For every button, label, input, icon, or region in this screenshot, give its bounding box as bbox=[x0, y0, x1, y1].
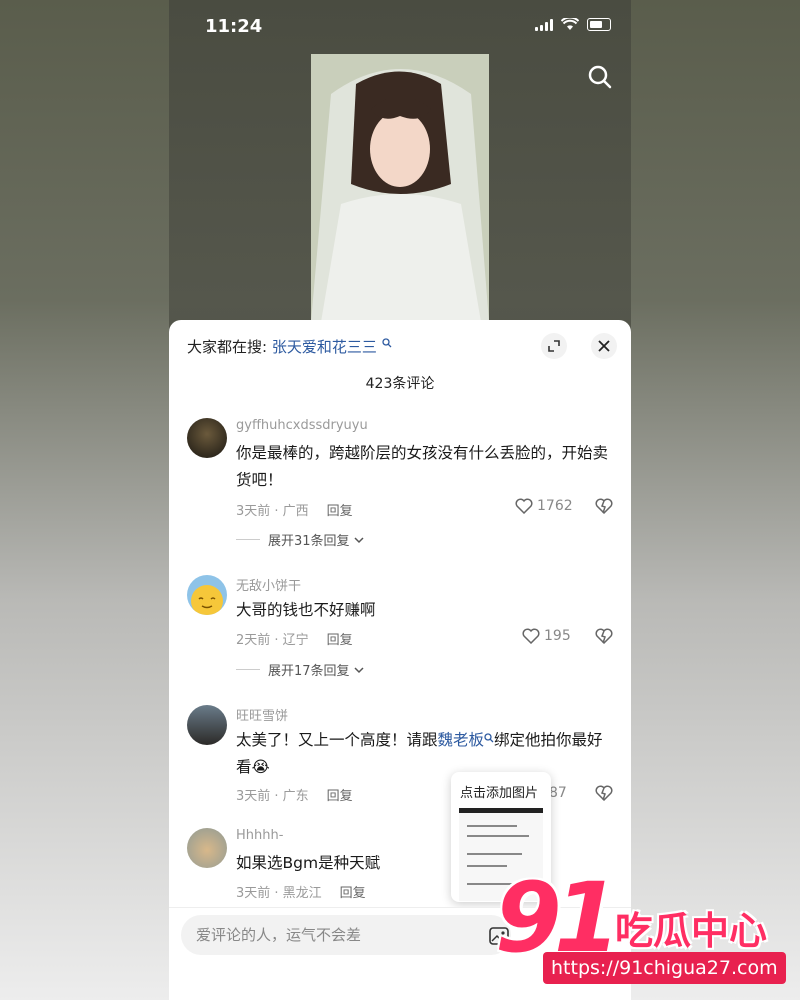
comment-text: 你是最棒的，跨越阶层的女孩没有什么丢脸的，开始卖货吧！ bbox=[236, 444, 609, 489]
expand-icon bbox=[548, 340, 560, 352]
comment-time-location: 3天前 · 广西 bbox=[236, 504, 309, 519]
hot-search[interactable]: 大家都在搜: 张天爱和花三三 bbox=[187, 336, 392, 357]
watermark: 91 吃瓜中心 https://91chigua27.com bbox=[495, 862, 795, 988]
video-preview[interactable] bbox=[311, 54, 489, 322]
comment-username[interactable]: 旺旺雪饼 bbox=[236, 705, 288, 724]
status-bar: 11:24 bbox=[169, 0, 631, 52]
divider-line bbox=[236, 539, 260, 540]
chevron-down-icon bbox=[354, 666, 364, 673]
mention-link[interactable]: 魏老板 bbox=[438, 731, 485, 749]
like-button[interactable]: 195 bbox=[522, 628, 571, 644]
comment-time-location: 3天前 · 黑龙江 bbox=[236, 886, 322, 901]
avatar[interactable] bbox=[187, 705, 227, 745]
watermark-text: 吃瓜中心 bbox=[615, 909, 768, 953]
small-search-icon bbox=[381, 338, 392, 348]
expand-replies-button[interactable]: 展开17条回复 bbox=[236, 660, 365, 679]
avatar[interactable] bbox=[187, 418, 227, 458]
dislike-icon[interactable] bbox=[595, 498, 613, 514]
heart-icon bbox=[515, 498, 533, 514]
chevron-down-icon bbox=[354, 536, 364, 543]
signal-icon bbox=[535, 18, 553, 31]
add-image-label: 点击添加图片 bbox=[460, 786, 539, 801]
comment-username[interactable]: 无敌小饼干 bbox=[236, 575, 301, 594]
wifi-icon bbox=[561, 18, 579, 30]
avatar[interactable] bbox=[187, 575, 227, 615]
comment-time-location: 2天前 · 辽宁 bbox=[236, 633, 309, 648]
small-search-icon bbox=[484, 733, 494, 743]
reply-button[interactable]: 回复 bbox=[327, 633, 353, 648]
status-icons bbox=[535, 18, 611, 31]
comment-text-part: 太美了！又上一个高度！请跟 bbox=[236, 731, 438, 749]
dislike-icon[interactable] bbox=[595, 785, 613, 801]
expand-replies-label: 展开17条回复 bbox=[268, 664, 350, 679]
like-button[interactable]: 87 bbox=[549, 785, 567, 801]
hot-search-term[interactable]: 张天爱和花三三 bbox=[272, 338, 377, 356]
video-frame-image bbox=[311, 54, 489, 322]
comment-text: 太美了！又上一个高度！请跟魏老板 绑定他拍你最好看😭 bbox=[236, 727, 618, 781]
comment-meta: 2天前 · 辽宁 回复 bbox=[236, 629, 353, 648]
reply-button[interactable]: 回复 bbox=[327, 789, 353, 804]
avatar[interactable] bbox=[187, 828, 227, 868]
reply-button[interactable]: 回复 bbox=[327, 504, 353, 519]
reply-button[interactable]: 回复 bbox=[340, 886, 366, 901]
like-count: 87 bbox=[549, 785, 567, 801]
comment-username[interactable]: gyffhuhcxdssdryuyu bbox=[236, 418, 368, 433]
divider-line bbox=[236, 669, 260, 670]
like-button[interactable]: 1762 bbox=[515, 498, 573, 514]
like-count: 195 bbox=[544, 628, 571, 644]
emoji-avatar-image bbox=[191, 585, 223, 615]
comment-count: 423条评论 bbox=[365, 376, 435, 392]
search-icon[interactable] bbox=[587, 64, 613, 90]
hot-search-prefix: 大家都在搜: bbox=[187, 338, 268, 356]
watermark-url: https://91chigua27.com bbox=[543, 952, 786, 984]
comment-meta: 3天前 · 广西 回复 bbox=[236, 500, 353, 519]
heart-icon bbox=[522, 628, 540, 644]
battery-icon bbox=[587, 18, 611, 31]
expand-button[interactable] bbox=[541, 333, 567, 359]
phone-screen: 11:24 大家都在搜: 张天爱和花三三 423条评论 gyffhuhcxdss… bbox=[169, 0, 631, 1000]
close-button[interactable] bbox=[591, 333, 617, 359]
expand-replies-button[interactable]: 展开31条回复 bbox=[236, 530, 365, 549]
like-count: 1762 bbox=[537, 498, 573, 514]
comment-meta: 3天前 · 广东 回复 bbox=[236, 785, 353, 804]
comment-text: 大哥的钱也不好赚啊 bbox=[236, 601, 376, 619]
expand-replies-label: 展开31条回复 bbox=[268, 534, 350, 549]
dislike-icon[interactable] bbox=[595, 628, 613, 644]
comment-input[interactable]: 爱评论的人，运气不会差 bbox=[181, 915, 511, 955]
comment-username[interactable]: Hhhhh- bbox=[236, 828, 283, 843]
status-time: 11:24 bbox=[205, 16, 263, 37]
comment-time-location: 3天前 · 广东 bbox=[236, 789, 309, 804]
comment-meta: 3天前 · 黑龙江 回复 bbox=[236, 882, 366, 901]
close-icon bbox=[598, 340, 610, 352]
